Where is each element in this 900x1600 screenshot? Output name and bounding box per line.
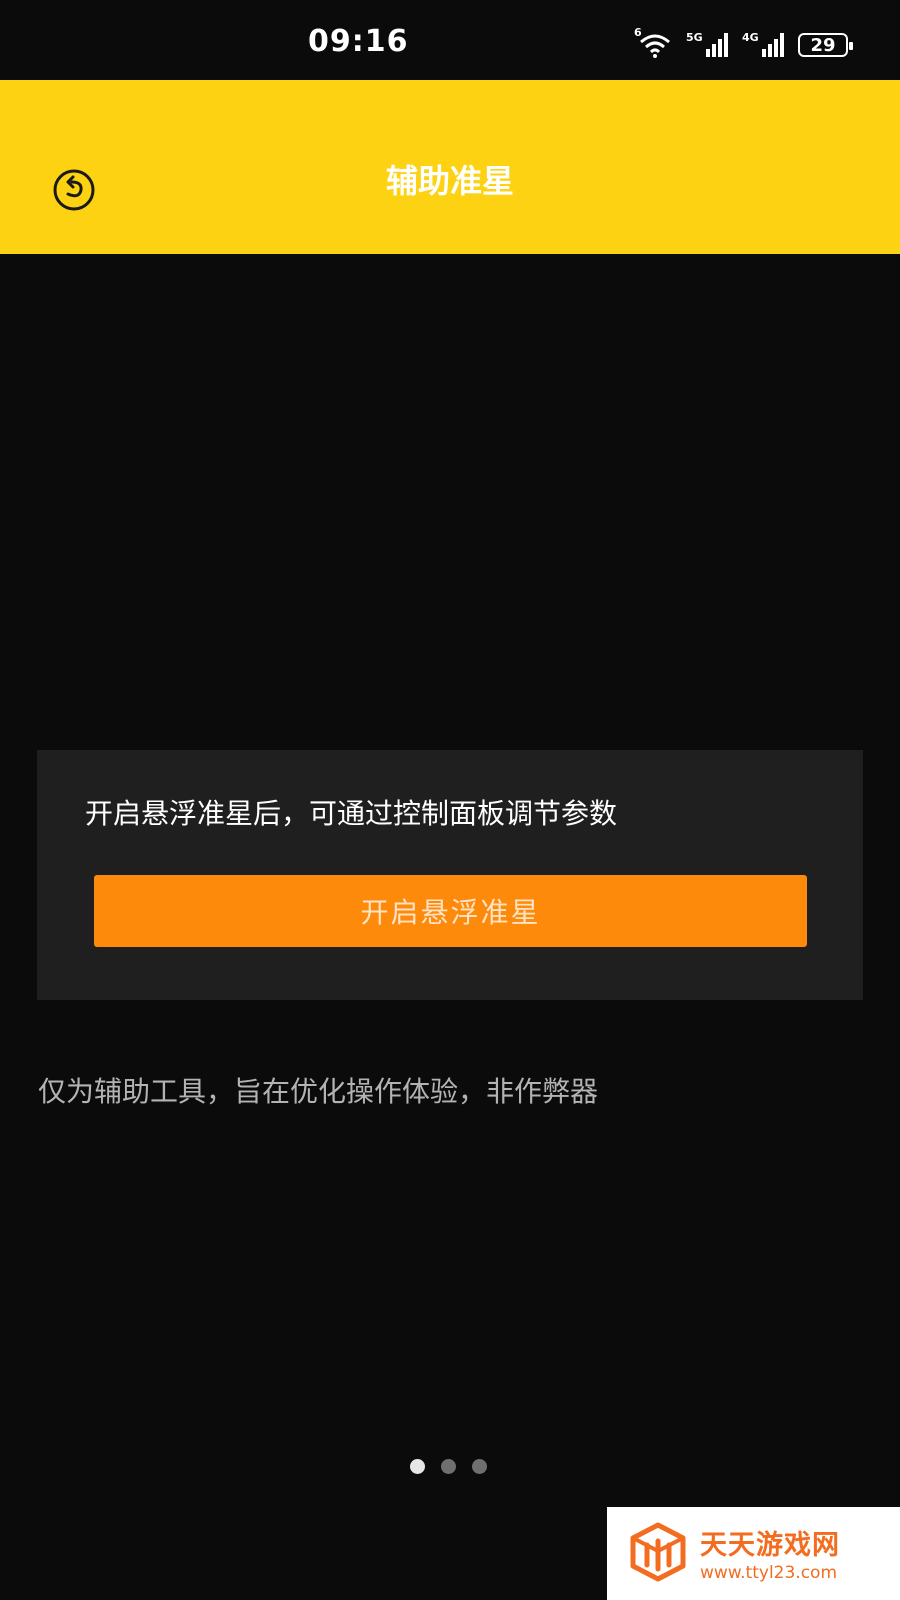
pager-dots bbox=[410, 1459, 487, 1474]
cellular-signal-4g-icon: 4G bbox=[742, 31, 784, 57]
signal-5g-label: 5G bbox=[686, 31, 703, 44]
status-icons: 6 5G 4G 29 bbox=[634, 26, 853, 62]
cellular-signal-5g-icon: 5G bbox=[686, 31, 728, 57]
crosshair-card: 开启悬浮准星后，可通过控制面板调节参数 开启悬浮准星 bbox=[37, 750, 863, 1000]
card-description: 开启悬浮准星后，可通过控制面板调节参数 bbox=[85, 797, 618, 830]
status-time: 09:16 bbox=[308, 24, 409, 59]
wifi-badge: 6 bbox=[634, 26, 642, 39]
signal-4g-label: 4G bbox=[742, 31, 759, 44]
battery-icon: 29 bbox=[798, 33, 853, 57]
site-logo-icon bbox=[630, 1522, 686, 1582]
pager-dot-1[interactable] bbox=[410, 1459, 425, 1474]
enable-floating-crosshair-button[interactable]: 开启悬浮准星 bbox=[94, 875, 807, 947]
watermark-url: www.ttyl23.com bbox=[700, 1563, 838, 1583]
wifi-icon: 6 bbox=[634, 26, 672, 58]
screen: 09:16 6 5G 4G 29 辅助准星 开启悬浮准星后，可通过控制面板调节参… bbox=[0, 0, 900, 1600]
page-title: 辅助准星 bbox=[385, 162, 514, 200]
status-bar: 09:16 6 5G 4G 29 bbox=[0, 0, 900, 80]
watermark-name: 天天游戏网 bbox=[700, 1530, 840, 1561]
disclaimer-text: 仅为辅助工具，旨在优化操作体验，非作弊器 bbox=[38, 1075, 599, 1108]
watermark: 天天游戏网 www.ttyl23.com bbox=[607, 1507, 900, 1600]
pager-dot-3[interactable] bbox=[472, 1459, 487, 1474]
pager-dot-2[interactable] bbox=[441, 1459, 456, 1474]
